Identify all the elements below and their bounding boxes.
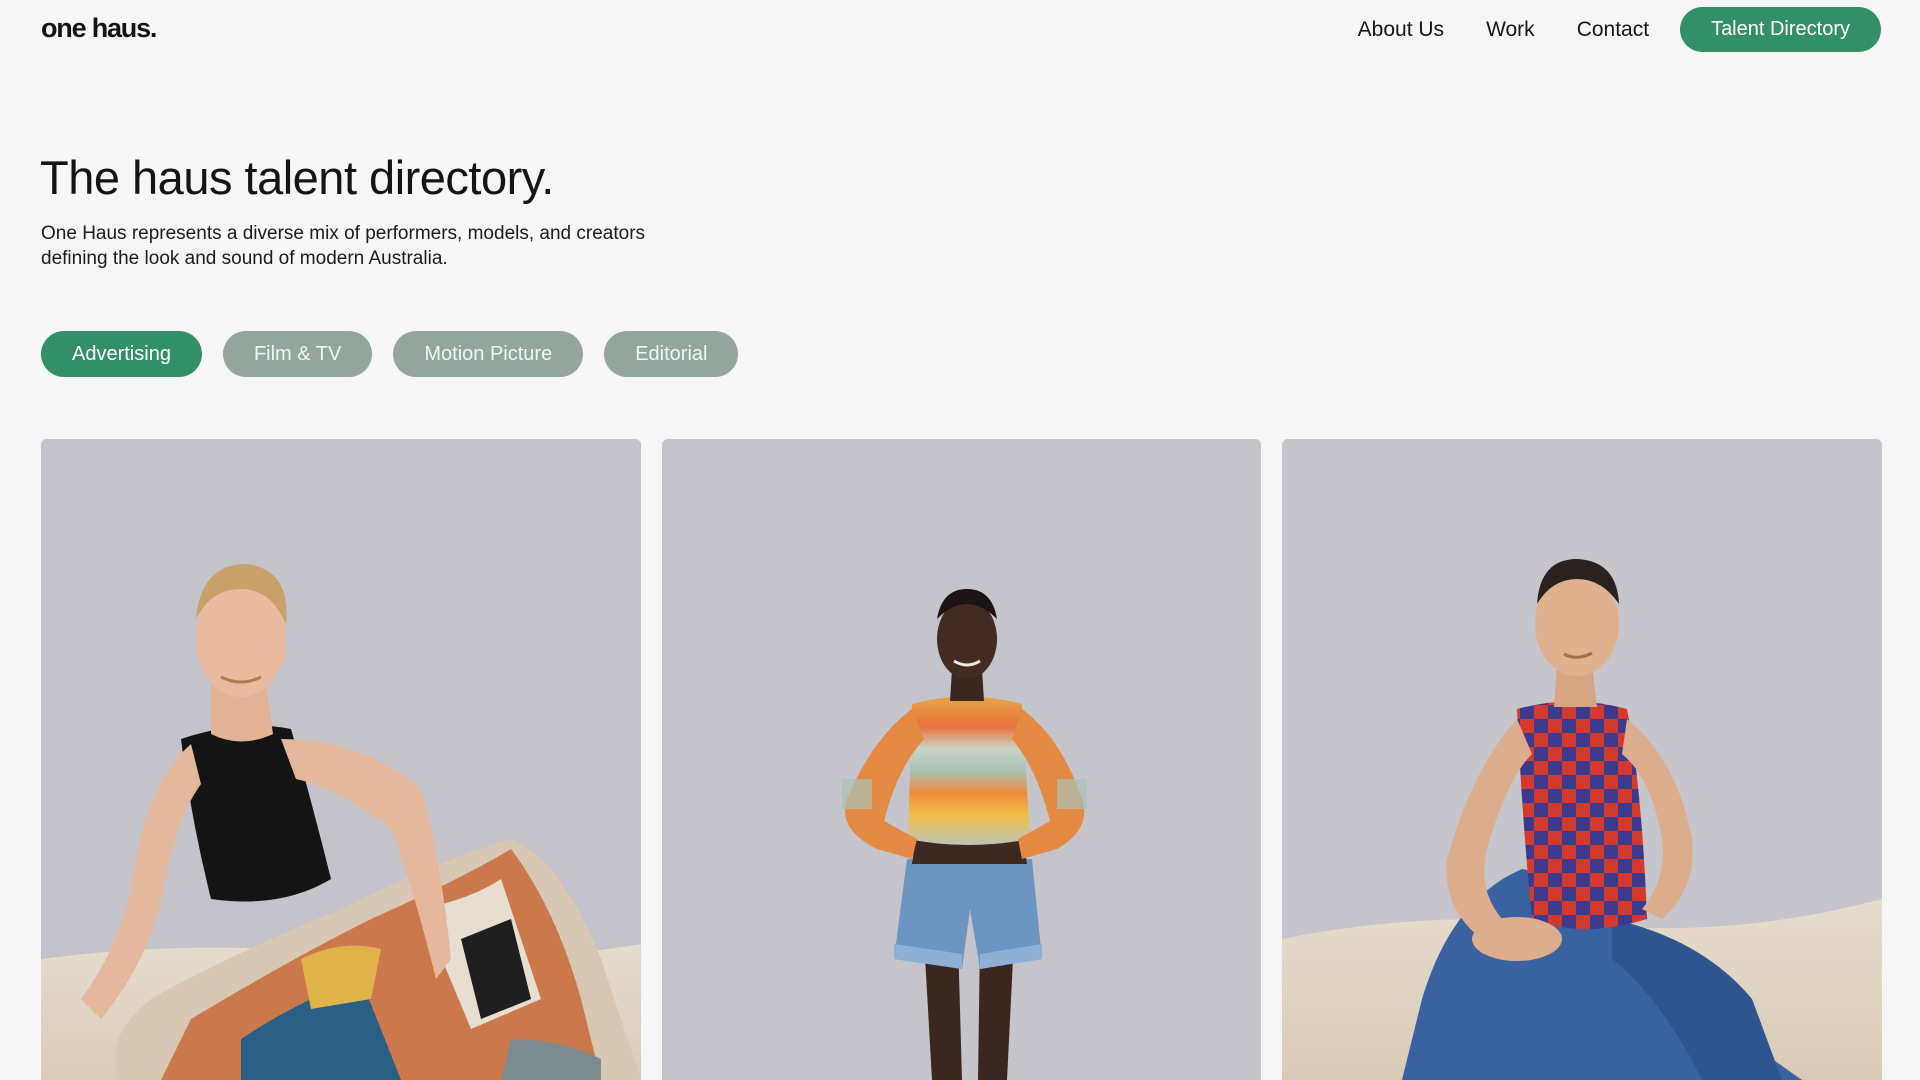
talent-card[interactable]: [41, 439, 641, 1080]
nav-about-us[interactable]: About Us: [1358, 18, 1444, 42]
page-description: One Haus represents a diverse mix of per…: [41, 223, 646, 269]
filter-film-tv[interactable]: Film & TV: [222, 331, 373, 377]
filter-advertising[interactable]: Advertising: [41, 331, 202, 377]
talent-grid: [41, 439, 1883, 1080]
filter-motion-picture[interactable]: Motion Picture: [393, 331, 584, 377]
site-header: one haus. About Us Work Contact Talent D…: [0, 0, 1920, 60]
page-title: The haus talent directory.: [40, 151, 554, 204]
site-logo[interactable]: one haus.: [41, 13, 157, 44]
talent-photo: [661, 439, 1262, 1080]
talent-card[interactable]: [1282, 439, 1883, 1080]
talent-photo: [1282, 439, 1883, 1080]
nav-work[interactable]: Work: [1486, 18, 1535, 42]
talent-directory-button[interactable]: Talent Directory: [1680, 7, 1881, 52]
main-nav: About Us Work Contact Talent Directory: [1358, 7, 1881, 52]
category-filters: Advertising Film & TV Motion Picture Edi…: [41, 331, 739, 377]
talent-photo: [41, 439, 641, 1080]
nav-contact[interactable]: Contact: [1577, 18, 1649, 42]
filter-editorial[interactable]: Editorial: [604, 331, 739, 377]
talent-card[interactable]: [661, 439, 1262, 1080]
